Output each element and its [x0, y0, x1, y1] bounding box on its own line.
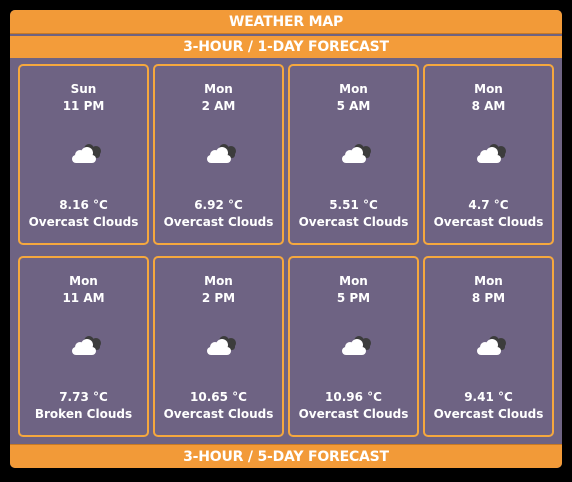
overcast-clouds-icon [342, 144, 371, 163]
overcast-clouds-icon [72, 144, 101, 163]
forecast-description: Broken Clouds [34, 407, 133, 421]
widget-title: WEATHER MAP [10, 10, 562, 34]
forecast-description: Overcast Clouds [298, 407, 409, 421]
forecast-time: 2 PM [201, 291, 236, 305]
forecast-temperature: 10.65 °C [190, 390, 247, 404]
broken-clouds-icon [72, 336, 101, 355]
forecast-card: Mon 8 PM 9.41 °C Overcast Clouds [423, 256, 554, 437]
forecast-temperature: 6.92 °C [194, 198, 243, 212]
forecast-time: 11 AM [62, 291, 105, 305]
forecast-card: Mon 5 PM 10.96 °C Overcast Clouds [288, 256, 419, 437]
forecast-card: Sun 11 PM 8.16 °C Overcast Clouds [18, 64, 149, 245]
forecast-description: Overcast Clouds [298, 215, 409, 229]
overcast-clouds-icon [207, 336, 236, 355]
forecast-card: Mon 2 AM 6.92 °C Overcast Clouds [153, 64, 284, 245]
forecast-day: Mon [474, 274, 503, 288]
forecast-temperature: 7.73 °C [59, 390, 108, 404]
forecast-day: Mon [69, 274, 98, 288]
overcast-clouds-icon [207, 144, 236, 163]
forecast-day: Sun [70, 82, 97, 96]
forecast-card: Mon 11 AM 7.73 °C Broken Clouds [18, 256, 149, 437]
forecast-time: 2 AM [201, 99, 236, 113]
forecast-temperature: 8.16 °C [59, 198, 108, 212]
forecast-day: Mon [339, 274, 368, 288]
overcast-clouds-icon [477, 144, 506, 163]
forecast-description: Overcast Clouds [163, 407, 274, 421]
forecast-time: 5 PM [336, 291, 371, 305]
forecast-temperature: 5.51 °C [329, 198, 378, 212]
forecast-time: 8 AM [471, 99, 506, 113]
forecast-grid: Sun 11 PM 8.16 °C Overcast Clouds Mon 2 … [18, 64, 554, 438]
tab-3hour-1day[interactable]: 3-HOUR / 1-DAY FORECAST [10, 36, 562, 58]
forecast-temperature: 9.41 °C [464, 390, 513, 404]
forecast-time: 8 PM [471, 291, 506, 305]
overcast-clouds-icon [342, 336, 371, 355]
forecast-description: Overcast Clouds [433, 407, 544, 421]
forecast-temperature: 10.96 °C [325, 390, 382, 404]
forecast-temperature: 4.7 °C [468, 198, 509, 212]
forecast-day: Mon [474, 82, 503, 96]
forecast-day: Mon [204, 82, 233, 96]
forecast-description: Overcast Clouds [163, 215, 274, 229]
forecast-day: Mon [339, 82, 368, 96]
overcast-clouds-icon [477, 336, 506, 355]
tab-3hour-5day[interactable]: 3-HOUR / 5-DAY FORECAST [10, 444, 562, 468]
forecast-description: Overcast Clouds [433, 215, 544, 229]
forecast-time: 5 AM [336, 99, 371, 113]
weather-widget: WEATHER MAP 3-HOUR / 1-DAY FORECAST Sun … [10, 10, 562, 468]
forecast-description: Overcast Clouds [28, 215, 139, 229]
forecast-day: Mon [204, 274, 233, 288]
forecast-card: Mon 2 PM 10.65 °C Overcast Clouds [153, 256, 284, 437]
forecast-card: Mon 8 AM 4.7 °C Overcast Clouds [423, 64, 554, 245]
forecast-time: 11 PM [62, 99, 105, 113]
forecast-card: Mon 5 AM 5.51 °C Overcast Clouds [288, 64, 419, 245]
